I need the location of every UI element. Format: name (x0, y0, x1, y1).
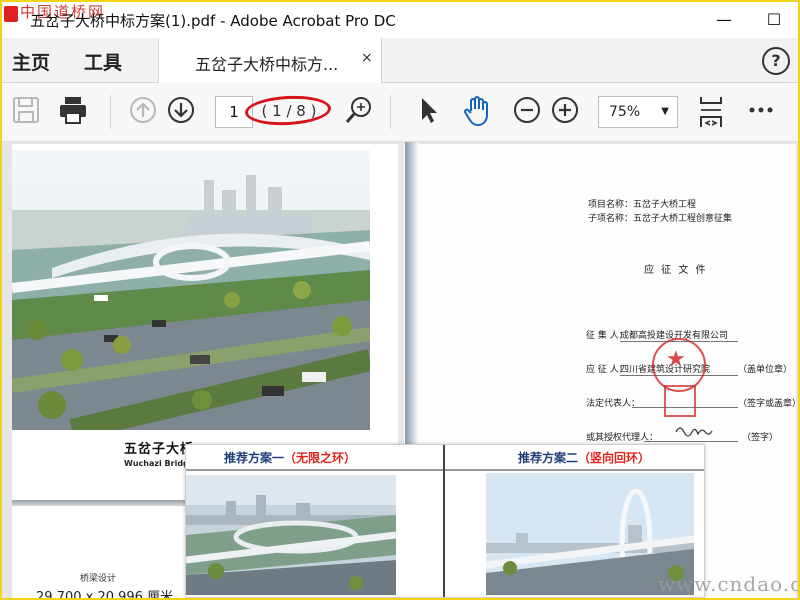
document-viewer[interactable]: 五岔子大桥 Wuchazi Bridge 桥梁设计 项目名称：五岔子大桥工程 子… (2, 142, 798, 598)
toolbar-divider (390, 95, 391, 129)
scheme-2-title: 推荐方案二（竖向回环） (518, 451, 651, 465)
document-tab-label: 五岔子大桥中标方... (195, 55, 339, 74)
toolbar: 1 ( 1 / 8 ) 75% ▼ (2, 83, 798, 142)
watermark-bottom: www.cndao.com (658, 572, 798, 596)
tab-document[interactable]: 五岔子大桥中标方... × (158, 38, 382, 83)
close-tab-icon[interactable]: × (361, 50, 373, 66)
project-name: 项目名称：五岔子大桥工程 (588, 200, 697, 210)
hand-tool-icon[interactable] (462, 95, 492, 127)
title-bar: 中国道桥网 五岔子大桥中标方案(1).pdf - Adobe Acrobat P… (2, 2, 798, 38)
signature-image (675, 427, 713, 437)
select-tool-icon[interactable] (416, 95, 442, 125)
left-page-footer: 桥梁设计 (80, 574, 117, 584)
bridge-rendering-image (12, 150, 370, 430)
zoom-value: 75% (609, 104, 641, 120)
print-icon[interactable] (58, 95, 88, 125)
zoom-select[interactable]: 75% ▼ (598, 96, 678, 128)
acrobat-logo-icon (4, 6, 18, 22)
schemes-overlay: 推荐方案一（无限之环） 推荐方案二（竖向回环） (185, 444, 705, 598)
fit-width-icon[interactable] (696, 95, 726, 129)
minimize-button[interactable]: — (712, 8, 736, 32)
help-icon[interactable]: ? (762, 47, 790, 75)
page-size-label: 29.700 x 20.996 厘米 (36, 586, 174, 598)
toolbar-divider (110, 95, 111, 129)
applicant-note: （盖单位章） (738, 365, 793, 375)
previous-page-icon[interactable] (128, 95, 158, 125)
zoom-in-icon[interactable] (550, 95, 580, 125)
zoom-out-icon[interactable] (512, 95, 542, 125)
tab-home[interactable]: 主页 (12, 48, 50, 75)
save-icon[interactable] (12, 95, 40, 125)
scheme-1-image (186, 475, 396, 595)
left-page-caption-en: Wuchazi Bridge (124, 459, 195, 468)
more-options-icon[interactable] (748, 95, 774, 125)
schemes-divider (443, 445, 445, 597)
acrobat-window: 中国道桥网 五岔子大桥中标方案(1).pdf - Adobe Acrobat P… (0, 0, 800, 600)
document-heading: 应 征 文 件 (644, 265, 708, 276)
agent-note: （签字） (742, 433, 779, 443)
legal-rep-note: （签字或盖章） (738, 399, 798, 409)
tab-bar: 主页 工具 五岔子大桥中标方... × ? (2, 38, 798, 83)
maximize-button[interactable]: ☐ (762, 8, 786, 32)
page-zoom-icon[interactable] (344, 95, 374, 125)
status-bar: 29.700 x 20.996 厘米 (2, 586, 222, 598)
next-page-icon[interactable] (166, 95, 196, 125)
personal-seal-icon (664, 385, 696, 417)
seal-star-icon: ★ (666, 347, 686, 372)
tab-tools[interactable]: 工具 (84, 48, 122, 75)
sub-project-name: 子项名称：五岔子大桥工程创意征集 (588, 214, 733, 224)
left-page-caption: 五岔子大桥 (124, 442, 195, 457)
chevron-down-icon: ▼ (661, 106, 669, 117)
window-title: 五岔子大桥中标方案(1).pdf - Adobe Acrobat Pro DC (30, 12, 396, 30)
scheme-1-title: 推荐方案一（无限之环） (224, 451, 357, 465)
